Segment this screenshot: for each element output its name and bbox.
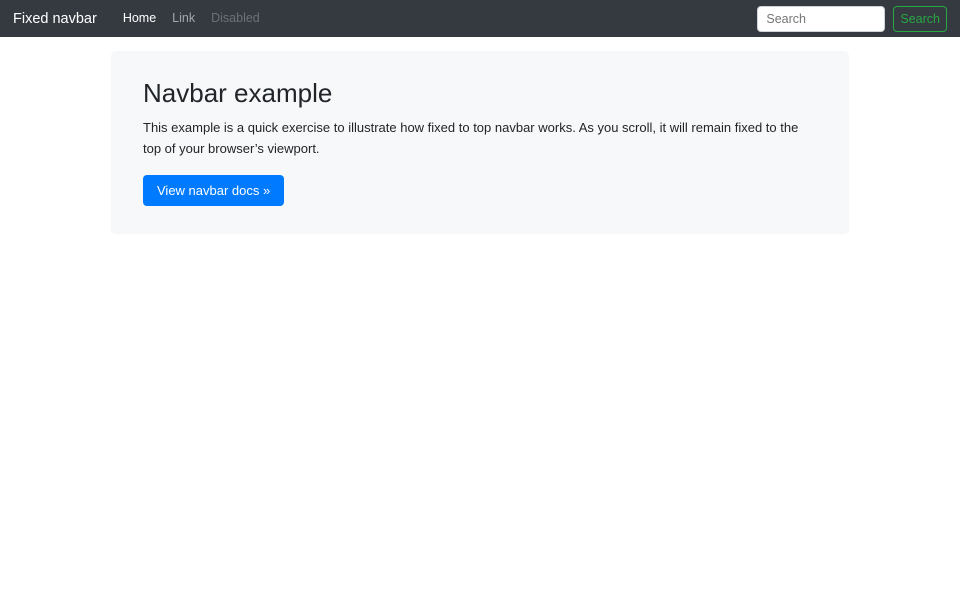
intro-paragraph: This example is a quick exercise to illu… (143, 117, 817, 159)
search-input[interactable] (757, 6, 885, 32)
nav-item-home-wrap: Home (115, 0, 164, 37)
nav-link-disabled: Disabled (203, 0, 268, 37)
navbar-nav: Home Link Disabled (115, 0, 268, 37)
page-title: Navbar example (143, 78, 817, 109)
search-button[interactable]: Search (893, 6, 947, 32)
main-container: Navbar example This example is a quick e… (111, 51, 849, 234)
nav-link-home[interactable]: Home (115, 0, 164, 37)
nav-item-disabled-wrap: Disabled (203, 0, 268, 37)
nav-item-link-wrap: Link (164, 0, 203, 37)
top-navbar: Fixed navbar Home Link Disabled Search (0, 0, 960, 37)
jumbotron-panel: Navbar example This example is a quick e… (111, 51, 849, 234)
nav-link-link[interactable]: Link (164, 0, 203, 37)
view-navbar-docs-button[interactable]: View navbar docs » (143, 175, 284, 206)
navbar-brand[interactable]: Fixed navbar (13, 11, 97, 27)
navbar-search-form: Search (757, 6, 947, 32)
